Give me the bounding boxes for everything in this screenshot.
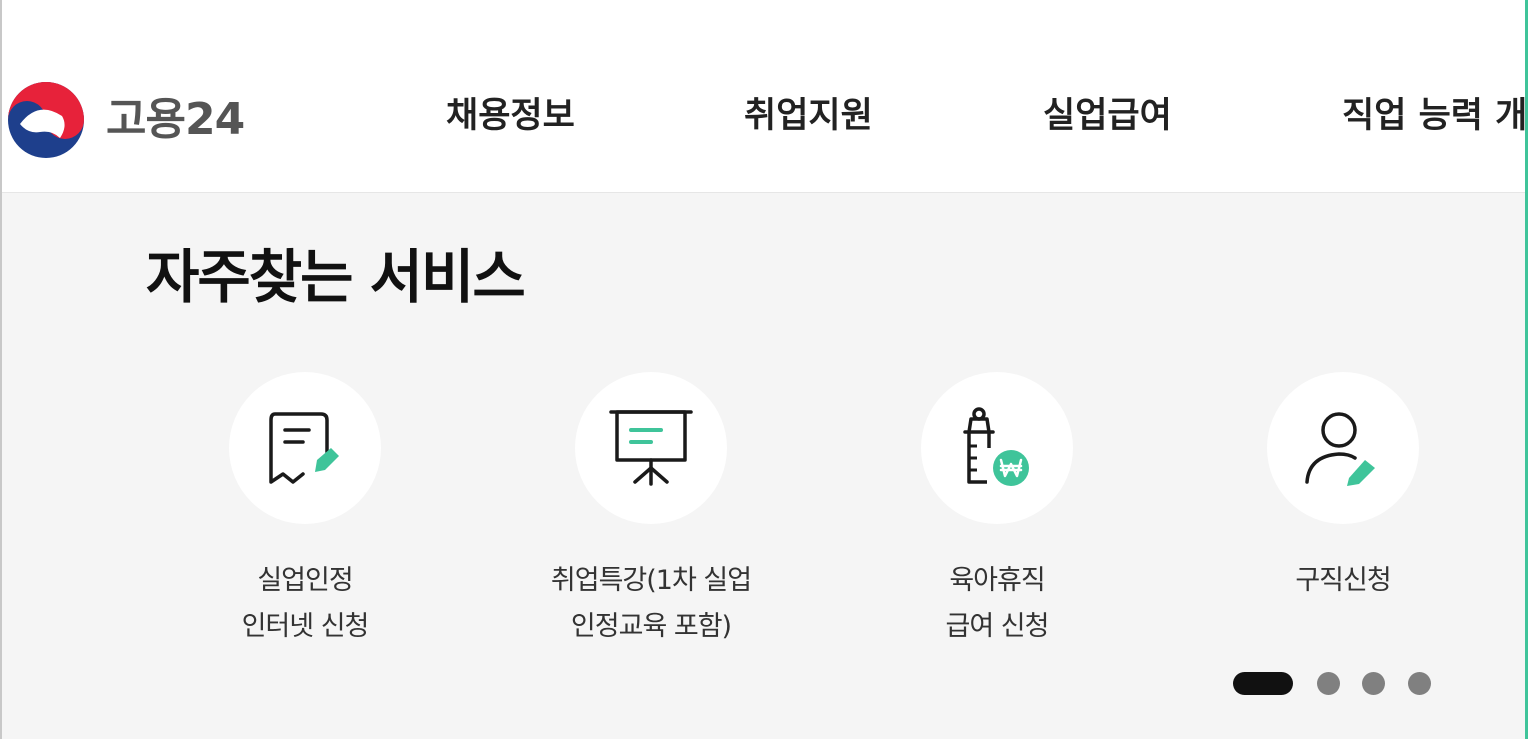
- service-label-line1: 실업인정: [257, 565, 353, 596]
- service-item-employment-lecture[interactable]: 취업특강(1차 실업 인정교육 포함): [481, 372, 821, 650]
- pagination-dot-3[interactable]: [1362, 672, 1385, 695]
- service-icon-circle: [921, 372, 1073, 524]
- document-edit-icon: [269, 412, 339, 484]
- user-edit-icon: [1305, 412, 1375, 486]
- service-label-line2: 인정교육 포함): [570, 611, 732, 642]
- nav-item-job-info[interactable]: 채용정보: [446, 95, 575, 137]
- logo-link[interactable]: 고용24: [6, 80, 245, 160]
- service-item-parental-leave[interactable]: 육아휴직 급여 신청: [827, 372, 1167, 650]
- pagination-dot-2[interactable]: [1317, 672, 1340, 695]
- pagination-dot-4[interactable]: [1408, 672, 1431, 695]
- service-icon-circle: [229, 372, 381, 524]
- service-label-line2: 인터넷 신청: [241, 611, 370, 642]
- service-icon-circle: [575, 372, 727, 524]
- service-label-line2: 급여 신청: [945, 611, 1050, 642]
- nav-item-vocational-training[interactable]: 직업 능력 개: [1342, 95, 1527, 137]
- nav-item-unemployment-benefit[interactable]: 실업급여: [1043, 95, 1172, 137]
- service-label-line1: 육아휴직: [949, 565, 1045, 596]
- taegeuk-logo-icon: [8, 82, 84, 158]
- service-item-unemployment-recognition[interactable]: 실업인정 인터넷 신청: [135, 372, 475, 650]
- service-label-line1: 취업특강(1차 실업: [550, 565, 752, 596]
- baby-bottle-won-icon: [963, 407, 1029, 486]
- service-label-line1: 구직신청: [1295, 565, 1391, 596]
- site-header: 고용24 채용정보 취업지원 실업급여 직업 능력 개: [2, 0, 1527, 193]
- site-title: 고용24: [106, 94, 245, 145]
- nav-item-employment-support[interactable]: 취업지원: [744, 95, 873, 137]
- service-item-job-application[interactable]: 구직신청: [1173, 372, 1513, 604]
- section-title: 자주찾는 서비스: [146, 243, 526, 311]
- service-icon-circle: [1267, 372, 1419, 524]
- presentation-board-icon: [609, 410, 693, 486]
- pagination-dot-1[interactable]: [1233, 672, 1293, 695]
